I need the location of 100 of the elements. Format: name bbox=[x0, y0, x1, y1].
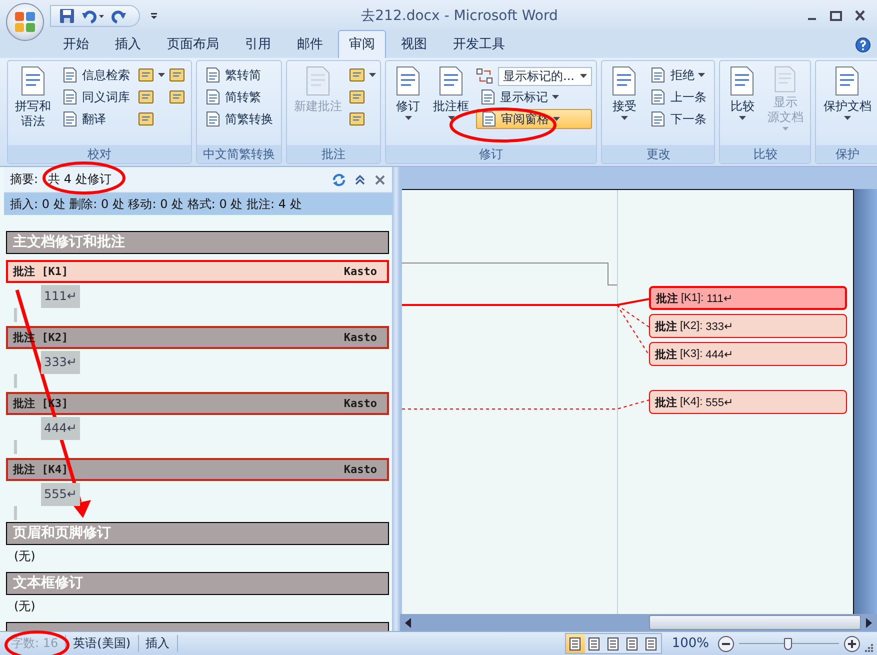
undo-icon[interactable] bbox=[81, 8, 105, 24]
horizontal-scrollbar[interactable] bbox=[400, 614, 877, 631]
toolbar-icon bbox=[169, 67, 187, 83]
ribbon-button[interactable]: 繁转简 bbox=[201, 65, 277, 85]
balloon-label: 批注 bbox=[655, 318, 677, 334]
view-icon bbox=[587, 636, 602, 650]
ribbon-tab[interactable]: 页面布局 bbox=[156, 30, 230, 58]
toolbar-icon bbox=[138, 67, 156, 83]
resize-grip-icon[interactable] bbox=[864, 643, 874, 653]
comment-text: 555↵ bbox=[41, 483, 80, 506]
customize-menu-icon[interactable] bbox=[150, 12, 158, 20]
caret-icon bbox=[698, 73, 706, 77]
slider-thumb[interactable] bbox=[784, 638, 792, 650]
caret-icon bbox=[620, 116, 628, 120]
toolbar-icon bbox=[349, 67, 367, 83]
ribbon-button[interactable]: 简转繁 bbox=[201, 87, 277, 107]
comment-header[interactable]: 批注 [K1] Kasto bbox=[6, 260, 389, 283]
group-label: 更改 bbox=[602, 145, 714, 163]
balloon-text: 444↵ bbox=[706, 348, 733, 360]
ribbon-tab[interactable]: 开始 bbox=[52, 30, 100, 58]
page-icon bbox=[205, 89, 221, 105]
office-button[interactable] bbox=[6, 3, 44, 41]
page-icon bbox=[62, 89, 78, 105]
balloon-ref: [K4]: bbox=[680, 396, 703, 408]
ribbon-tab[interactable]: 审阅 bbox=[338, 30, 386, 58]
ribbon-button[interactable]: 下一条 bbox=[646, 109, 710, 129]
redo-icon[interactable] bbox=[111, 8, 127, 24]
caret-icon bbox=[553, 117, 560, 121]
balloon-text: 555↵ bbox=[706, 396, 733, 408]
toolbar-icon bbox=[138, 111, 156, 127]
markup-dropdown[interactable]: 显示标记的... bbox=[498, 66, 592, 86]
balloon-ref: [K1]: bbox=[681, 292, 704, 304]
ribbon-button[interactable]: 拒绝 bbox=[646, 65, 710, 85]
refresh-icon[interactable] bbox=[332, 172, 346, 186]
summary-label: 摘要: bbox=[10, 171, 38, 188]
caret-icon bbox=[738, 116, 746, 120]
balloon-label: 批注 bbox=[655, 346, 677, 362]
help-icon[interactable] bbox=[855, 37, 871, 53]
ribbon-button[interactable]: 拼写和 语法 bbox=[12, 65, 54, 131]
view-button[interactable] bbox=[566, 634, 585, 653]
ribbon-button[interactable]: 上一条 bbox=[646, 87, 710, 107]
view-icon bbox=[625, 636, 640, 650]
view-icon bbox=[644, 636, 658, 650]
scroll-left-icon[interactable] bbox=[404, 618, 412, 628]
balloon-label: 批注 bbox=[656, 290, 678, 306]
ribbon-tab[interactable]: 视图 bbox=[390, 30, 438, 58]
zoom-out-icon[interactable] bbox=[717, 634, 735, 652]
comment-author: Kasto bbox=[344, 463, 377, 476]
revision-bar bbox=[14, 374, 17, 388]
caret-icon bbox=[782, 127, 789, 131]
ribbon-tab[interactable]: 开发工具 bbox=[442, 30, 516, 58]
window-title: 去212.docx - Microsoft Word bbox=[360, 7, 559, 25]
page-icon bbox=[650, 67, 666, 83]
toolbar-icon bbox=[138, 89, 156, 105]
comment-author: Kasto bbox=[344, 331, 377, 344]
page-icon bbox=[650, 111, 666, 127]
comment-balloon[interactable]: 批注 [K2]: 333↵ bbox=[649, 314, 847, 338]
page-icon bbox=[205, 67, 221, 83]
balloon-label: 批注 bbox=[655, 394, 677, 410]
section-heading: 主文档修订和批注 bbox=[6, 231, 389, 254]
close-icon[interactable] bbox=[374, 174, 386, 186]
group-label: 修订 bbox=[386, 145, 596, 163]
view-icon bbox=[606, 636, 620, 650]
ribbon-button[interactable]: 比较 bbox=[724, 65, 760, 131]
ribbon-button[interactable]: 修订 bbox=[390, 65, 426, 131]
ribbon-button[interactable]: 显示标记 bbox=[476, 87, 592, 107]
balloon-ref: [K2]: bbox=[680, 320, 703, 332]
scrollbar-thumb[interactable] bbox=[649, 615, 861, 630]
comment-text: 333↵ bbox=[41, 351, 80, 374]
ribbon-tab[interactable]: 引用 bbox=[234, 30, 282, 58]
caret-icon bbox=[158, 73, 165, 77]
status-item[interactable]: 插入 bbox=[138, 635, 178, 652]
ribbon-button[interactable]: 简繁转换 bbox=[201, 109, 277, 129]
save-icon[interactable] bbox=[59, 8, 75, 24]
status-item[interactable]: 英语(美国) bbox=[66, 635, 139, 652]
comment-balloon[interactable]: 批注 [K1]: 111↵ bbox=[649, 286, 847, 310]
balloon-text: 333↵ bbox=[706, 320, 733, 332]
comment-balloon[interactable]: 批注 [K3]: 444↵ bbox=[649, 342, 847, 366]
ribbon-button[interactable]: 信息检索 bbox=[58, 65, 134, 85]
revision-bar bbox=[14, 506, 17, 520]
ribbon-tab[interactable]: 插入 bbox=[104, 30, 152, 58]
ribbon-tab[interactable]: 邮件 bbox=[286, 30, 334, 58]
comment-header[interactable]: 批注 [K4] Kasto bbox=[6, 458, 389, 481]
scroll-right-icon[interactable] bbox=[865, 618, 873, 628]
ribbon-button[interactable]: 同义词库 bbox=[58, 87, 134, 107]
ribbon-button[interactable]: 批注框 bbox=[430, 65, 472, 131]
toolbar-icon bbox=[349, 111, 367, 127]
ribbon-button[interactable]: 翻译 bbox=[58, 109, 134, 129]
balloon-text: 111↵ bbox=[706, 292, 732, 304]
caret-icon bbox=[844, 116, 851, 120]
ribbon-button[interactable]: 保护文档 bbox=[820, 65, 874, 131]
comment-balloon[interactable]: 批注 [K4]: 555↵ bbox=[649, 390, 847, 414]
page-icon bbox=[480, 89, 496, 105]
zoom-level[interactable]: 100% bbox=[672, 636, 709, 651]
zoom-in-icon[interactable] bbox=[843, 634, 861, 652]
group-label: 保护 bbox=[816, 145, 877, 163]
ribbon-button[interactable]: 接受 bbox=[606, 65, 642, 131]
markup-icon bbox=[476, 68, 494, 84]
collapse-icon[interactable] bbox=[354, 174, 366, 186]
comment-label: 批注 [K4] bbox=[13, 462, 68, 477]
